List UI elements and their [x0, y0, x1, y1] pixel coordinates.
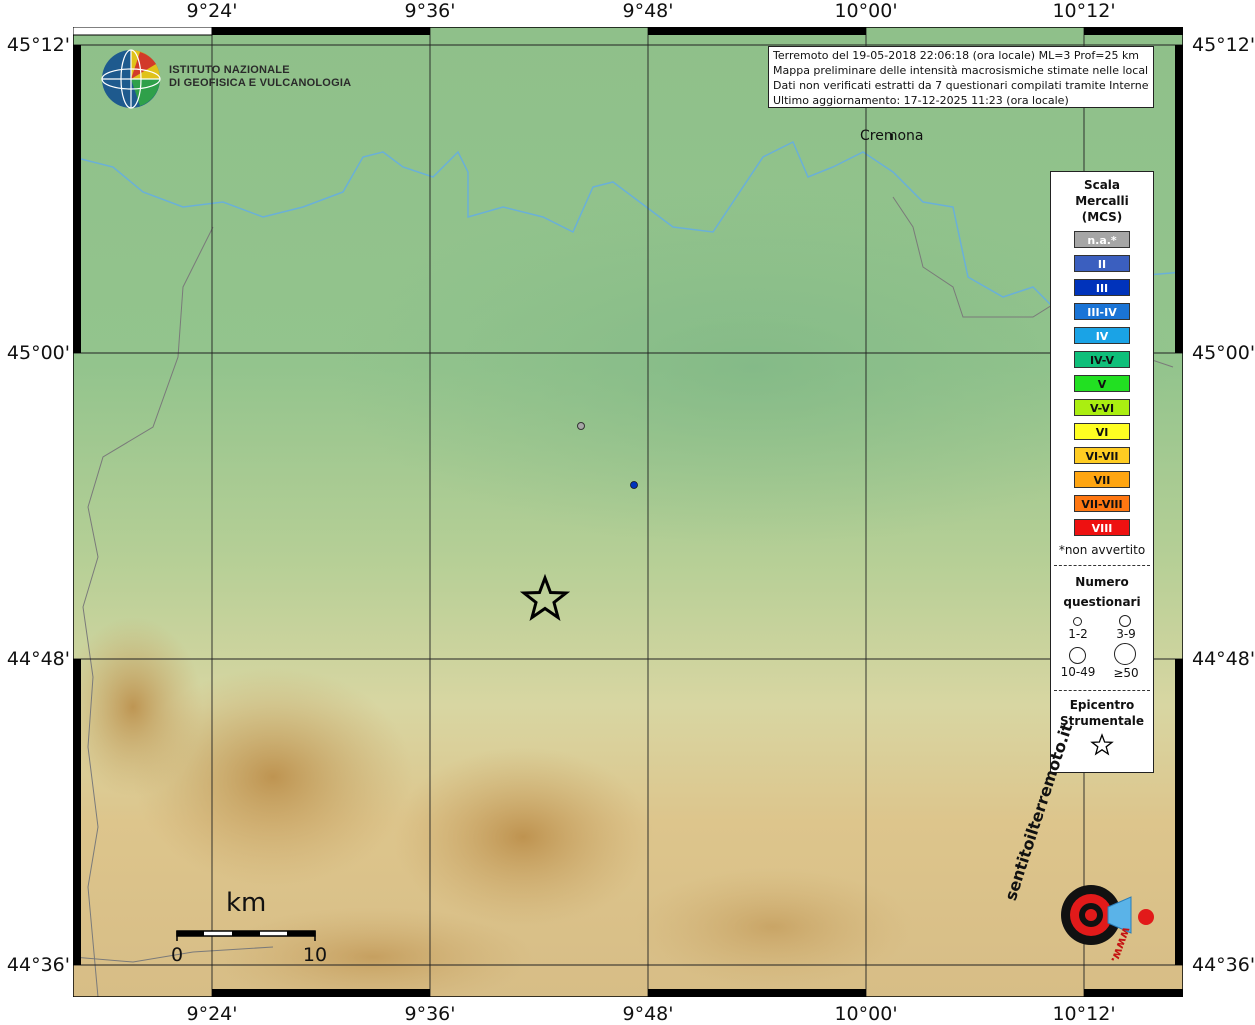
- legend-swatch: IV-V: [1074, 351, 1130, 368]
- count-title: Numero questionari: [1051, 572, 1153, 612]
- count-title-line: Numero: [1075, 575, 1129, 589]
- longitude-label-bottom: 9°36': [404, 1003, 456, 1025]
- legend-divider: [1054, 690, 1150, 691]
- ingv-logo-text: ISTITUTO NAZIONALE DI GEOFISICA E VULCAN…: [169, 64, 351, 90]
- legend-swatch: VI: [1074, 423, 1130, 440]
- epicenter-title-line: Epicentro: [1069, 698, 1135, 712]
- ingv-line-1: ISTITUTO NAZIONALE: [169, 64, 290, 76]
- longitude-label-bottom: 10°12': [1052, 1003, 1116, 1025]
- legend-panel: Scala Mercalli (MCS) n.a.* II III III-IV IV I…: [1050, 171, 1154, 773]
- info-line-data-source: Dati non verificati estratti da 7 questi…: [773, 79, 1149, 92]
- legend-swatch: III: [1074, 279, 1130, 296]
- legend-swatch: V-VI: [1074, 399, 1130, 416]
- legend-swatch: IV: [1074, 327, 1130, 344]
- count-title-line: questionari: [1063, 595, 1141, 609]
- legend-swatch: VII: [1074, 471, 1130, 488]
- info-line-description: Mappa preliminare delle intensità macros…: [773, 64, 1149, 77]
- count-size-key: 1-2 3-9 10-49 ≥50: [1051, 612, 1153, 682]
- intensity-scale: n.a.* II III III-IV IV IV-V V V-VI VI VI-VII VII VI…: [1051, 231, 1153, 536]
- legend-divider: [1054, 565, 1150, 566]
- longitude-label-top: 10°00': [834, 0, 898, 22]
- legend-swatch: n.a.*: [1074, 231, 1130, 248]
- legend-title-line: Mercalli: [1075, 194, 1129, 208]
- latitude-label-left: 45°12': [6, 34, 70, 56]
- latitude-label-right: 44°48': [1192, 648, 1255, 670]
- size-circle-1-2: [1073, 617, 1082, 626]
- longitude-label-top: 9°36': [404, 0, 456, 22]
- ingv-line-2: DI GEOFISICA E VULCANOLOGIA: [169, 77, 352, 89]
- plain-shading: [333, 187, 1173, 547]
- legend-title-line: (MCS): [1081, 210, 1123, 224]
- relief-shading: [393, 747, 653, 927]
- observation-point-iii[interactable]: [630, 481, 638, 489]
- scale-label-start: 0: [170, 944, 184, 966]
- legend-swatch: VI-VII: [1074, 447, 1130, 464]
- longitude-label-bottom: 10°00': [834, 1003, 898, 1025]
- scale-unit-label: km: [226, 888, 267, 918]
- legend-note: *non avvertito: [1058, 543, 1146, 557]
- latitude-label-right: 44°36': [1192, 954, 1255, 976]
- size-label: 10-49: [1060, 665, 1096, 679]
- latitude-label-right: 45°12': [1192, 34, 1255, 56]
- ingv-logo-icon: [101, 49, 161, 109]
- latitude-label-left: 44°36': [6, 954, 70, 976]
- relief-shading: [633, 867, 913, 987]
- legend-title-line: Scala: [1083, 178, 1121, 192]
- epicenter-star-icon: [1090, 733, 1114, 756]
- latitude-label-left: 45°00': [6, 342, 70, 364]
- observation-point-na[interactable]: [577, 422, 585, 430]
- longitude-label-top: 10°12': [1052, 0, 1116, 22]
- longitude-label-top: 9°24': [186, 0, 238, 22]
- size-circle-3-9: [1119, 615, 1131, 627]
- longitude-label-bottom: 9°48': [622, 1003, 674, 1025]
- longitude-label-bottom: 9°24': [186, 1003, 238, 1025]
- size-circle-50-plus: [1114, 643, 1136, 665]
- city-label-cremona: Cremona: [860, 128, 924, 144]
- latitude-label-right: 45°00': [1192, 342, 1255, 364]
- legend-swatch: III-IV: [1074, 303, 1130, 320]
- size-circle-10-49: [1069, 647, 1086, 664]
- size-label: ≥50: [1113, 666, 1139, 680]
- size-label: 3-9: [1116, 627, 1136, 641]
- legend-swatch: V: [1074, 375, 1130, 392]
- legend-swatch: VII-VIII: [1074, 495, 1130, 512]
- info-line-event: Terremoto del 19-05-2018 22:06:18 (ora l…: [773, 49, 1140, 62]
- scale-label-end: 10: [302, 944, 328, 966]
- legend-swatch: VIII: [1074, 519, 1130, 536]
- info-line-updated: Ultimo aggiornamento: 17-12-2025 11:23 (…: [773, 94, 1069, 107]
- latitude-label-left: 44°48': [6, 648, 70, 670]
- legend-swatch: II: [1074, 255, 1130, 272]
- event-info-box: Terremoto del 19-05-2018 22:06:18 (ora l…: [768, 46, 1154, 108]
- legend-title: Scala Mercalli (MCS): [1051, 177, 1153, 225]
- size-label: 1-2: [1068, 627, 1088, 641]
- longitude-label-top: 9°48': [622, 0, 674, 22]
